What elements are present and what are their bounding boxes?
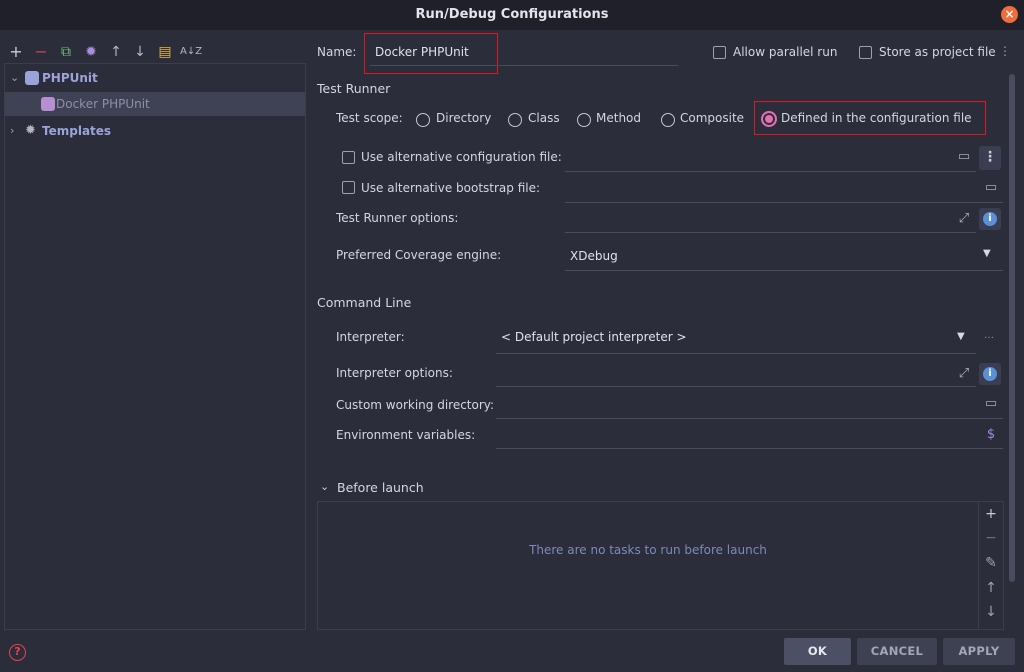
folder-icon[interactable]: ▤ — [156, 43, 174, 61]
title-bar: Run/Debug Configurations × — [0, 0, 1024, 30]
radio-config-file[interactable] — [761, 111, 777, 127]
name-label: Name: — [317, 45, 357, 59]
name-field[interactable]: Docker PHPUnit — [370, 40, 678, 66]
chevron-down-icon[interactable]: ⌄ — [10, 66, 19, 90]
copy-icon[interactable]: ⧉ — [57, 43, 75, 61]
arrow-down-icon[interactable]: ↓ — [980, 601, 1002, 623]
env-dollar-icon[interactable]: $ — [980, 424, 1002, 446]
chevron-right-icon[interactable]: › — [10, 119, 14, 143]
radio-method[interactable] — [577, 113, 591, 127]
alt-bootstrap-checkbox[interactable] — [342, 181, 355, 194]
coverage-label: Preferred Coverage engine: — [336, 248, 502, 262]
chevron-down-icon[interactable]: ⌄ — [320, 480, 329, 493]
chevron-down-icon: ▼ — [957, 331, 965, 342]
allow-parallel-checkbox[interactable] — [713, 46, 726, 59]
apply-button[interactable]: APPLY — [943, 638, 1015, 665]
folder-icon[interactable]: ▭ — [980, 177, 1002, 199]
info-button[interactable]: i — [979, 363, 1001, 385]
env-vars-label: Environment variables: — [336, 428, 476, 442]
tree-item-docker-phpunit[interactable]: Docker PHPUnit — [5, 92, 305, 116]
test-scope-label: Test scope: — [336, 111, 403, 125]
radio-class-label: Class — [528, 111, 560, 125]
alt-config-field[interactable] — [565, 145, 976, 172]
more-button[interactable]: ⋮ — [979, 146, 1001, 170]
arrow-up-icon[interactable]: ↑ — [980, 577, 1002, 599]
phpunit-icon — [25, 71, 39, 85]
phpunit-icon — [41, 97, 55, 111]
folder-icon[interactable]: ▭ — [980, 393, 1002, 415]
alt-config-checkbox[interactable] — [342, 151, 355, 164]
runner-options-label: Test Runner options: — [336, 211, 459, 225]
more-options-icon[interactable]: ⋮ — [999, 44, 1011, 58]
coverage-value: XDebug — [570, 249, 618, 263]
alt-config-label: Use alternative configuration file: — [361, 150, 562, 164]
plus-icon[interactable]: + — [7, 43, 25, 61]
empty-tasks-text: There are no tasks to run before launch — [529, 543, 767, 557]
before-launch-title[interactable]: Before launch — [337, 480, 424, 495]
cancel-button[interactable]: CANCEL — [857, 638, 937, 665]
arrow-up-icon[interactable]: ↑ — [107, 43, 125, 61]
info-icon: i — [983, 212, 997, 226]
expand-icon[interactable]: ⤢ — [953, 208, 975, 230]
info-button[interactable]: i — [979, 208, 1001, 230]
close-icon[interactable]: × — [1001, 6, 1018, 23]
store-project-label: Store as project file — [879, 45, 996, 59]
radio-directory-label: Directory — [436, 111, 492, 125]
command-line-title: Command Line — [317, 295, 412, 310]
alt-bootstrap-field[interactable] — [565, 176, 1003, 203]
info-icon: i — [983, 367, 997, 381]
tree-item-templates[interactable]: › ✹ Templates — [5, 119, 305, 143]
alt-bootstrap-label: Use alternative bootstrap file: — [361, 181, 541, 195]
tree-item-label: Templates — [42, 124, 112, 138]
working-dir-label: Custom working directory: — [336, 398, 495, 412]
gear-icon: ✹ — [25, 123, 36, 138]
env-vars-field[interactable] — [496, 422, 1003, 449]
tree-item-label: PHPUnit — [42, 71, 98, 85]
edit-icon[interactable]: ✎ — [980, 552, 1002, 574]
help-icon[interactable]: ? — [9, 644, 26, 661]
interpreter-options-field[interactable] — [496, 360, 976, 387]
test-runner-title: Test Runner — [317, 81, 391, 96]
radio-composite[interactable] — [661, 113, 675, 127]
ok-button[interactable]: OK — [784, 638, 851, 665]
config-tree — [4, 63, 306, 630]
minus-icon[interactable]: − — [32, 43, 50, 61]
interpreter-select[interactable]: < Default project interpreter > ▼ — [496, 321, 976, 354]
browse-ellipsis-icon[interactable]: … — [984, 330, 994, 341]
coverage-select[interactable]: XDebug ▼ — [565, 240, 1003, 271]
scrollbar[interactable] — [1009, 74, 1015, 582]
interpreter-value: < Default project interpreter > — [501, 330, 687, 344]
working-dir-field[interactable] — [496, 392, 1003, 419]
runner-options-field[interactable] — [565, 206, 976, 233]
plus-icon[interactable]: + — [980, 503, 1002, 525]
radio-composite-label: Composite — [680, 111, 745, 125]
radio-directory[interactable] — [416, 113, 430, 127]
tree-item-label: Docker PHPUnit — [56, 97, 150, 111]
gear-icon[interactable]: ✹ — [82, 43, 100, 61]
arrow-down-icon[interactable]: ↓ — [131, 43, 149, 61]
minus-icon[interactable]: − — [980, 527, 1002, 549]
interpreter-label: Interpreter: — [336, 330, 405, 344]
expand-icon[interactable]: ⤢ — [953, 363, 975, 385]
window-title: Run/Debug Configurations — [415, 7, 609, 22]
interpreter-options-label: Interpreter options: — [336, 366, 453, 380]
radio-class[interactable] — [508, 113, 522, 127]
before-launch-list — [317, 501, 1004, 630]
radio-config-file-label: Defined in the configuration file — [781, 111, 972, 125]
name-input-value: Docker PHPUnit — [375, 45, 469, 59]
chevron-down-icon: ▼ — [983, 248, 991, 259]
store-project-checkbox[interactable] — [859, 46, 872, 59]
tree-item-phpunit[interactable]: ⌄ PHPUnit — [5, 66, 305, 90]
folder-icon[interactable]: ▭ — [953, 146, 975, 168]
allow-parallel-label: Allow parallel run — [733, 45, 838, 59]
radio-method-label: Method — [596, 111, 642, 125]
sort-az-icon[interactable]: A↓Z — [180, 43, 202, 61]
